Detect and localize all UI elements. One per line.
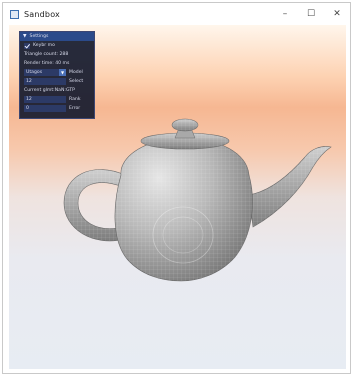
model-dropdown[interactable]: Utagos ▼ — [24, 69, 66, 76]
option-checkbox[interactable] — [24, 42, 30, 49]
title-bar[interactable]: Sandbox – ☐ ✕ — [3, 3, 350, 25]
dropdown-arrow-icon[interactable]: ▼ — [59, 69, 66, 76]
triangle-count-text: Triangle count: 288 — [24, 52, 69, 57]
render-time-text: Render time: 40 ms — [24, 61, 70, 66]
render-viewport[interactable]: ▼ Settings Keybr mo Triangle count: 288 … — [9, 25, 346, 369]
checkbox-row: Keybr mo — [20, 41, 94, 50]
app-icon — [10, 9, 19, 19]
rank-label: Rank — [69, 97, 81, 102]
select-row: 12 Select — [20, 77, 94, 86]
settings-panel-header[interactable]: ▼ Settings — [20, 32, 94, 41]
model-dropdown-value: Utagos — [26, 70, 43, 75]
teapot-spout — [248, 146, 332, 228]
triangle-count-row: Triangle count: 288 — [20, 50, 94, 59]
rank-input-value: 12 — [26, 97, 32, 102]
option-checkbox-label: Keybr mo — [33, 43, 55, 48]
select-input[interactable]: 12 — [24, 78, 66, 85]
error-row: 0 Error — [20, 104, 94, 113]
error-input-value: 0 — [26, 106, 29, 111]
render-time-row: Render time: 40 ms — [20, 59, 94, 68]
select-input-value: 12 — [26, 79, 32, 84]
status-text: Current glmt:NaN:GTP — [24, 88, 75, 93]
window-controls: – ☐ ✕ — [272, 3, 350, 25]
error-input[interactable]: 0 — [24, 105, 66, 112]
rank-row: 12 Rank — [20, 95, 94, 104]
error-label: Error — [69, 106, 81, 111]
window-title: Sandbox — [24, 9, 60, 19]
minimize-button[interactable]: – — [272, 3, 298, 25]
settings-panel-title: Settings — [29, 34, 49, 39]
select-label: Select — [69, 79, 84, 84]
teapot-lid — [140, 118, 230, 150]
maximize-button[interactable]: ☐ — [298, 3, 324, 25]
model-label: Model — [69, 70, 83, 75]
collapse-arrow-icon[interactable]: ▼ — [23, 34, 27, 39]
status-row: Current glmt:NaN:GTP — [20, 86, 94, 95]
close-button[interactable]: ✕ — [324, 3, 350, 25]
model-row: Utagos ▼ Model — [20, 68, 94, 77]
settings-panel[interactable]: ▼ Settings Keybr mo Triangle count: 288 … — [19, 31, 95, 119]
rank-input[interactable]: 12 — [24, 96, 66, 103]
teapot-body — [114, 137, 253, 282]
app-window: Sandbox – ☐ ✕ ▼ Settings Keybr mo Triang… — [2, 2, 351, 374]
